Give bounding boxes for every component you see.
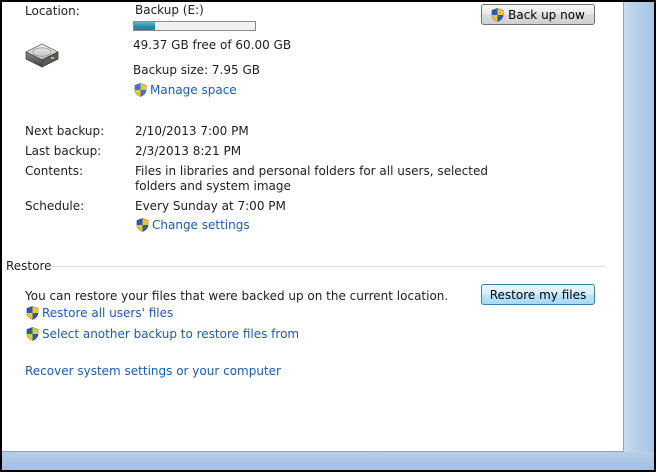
schedule-value: Every Sunday at 7:00 PM: [135, 199, 286, 213]
drive-name: Backup (E:): [135, 3, 204, 17]
location-label: Location:: [25, 4, 80, 18]
drive-usage-fill: [134, 22, 156, 30]
next-backup-label: Next backup:: [25, 124, 105, 138]
drive-usage-bar: [133, 21, 256, 31]
free-space-text: 49.37 GB free of 60.00 GB: [133, 38, 292, 52]
contents-value-line2: folders and system image: [135, 179, 291, 193]
recover-system-link[interactable]: Recover system settings or your computer: [25, 364, 281, 378]
restore-description: You can restore your files that were bac…: [25, 289, 449, 303]
window-frame-right: [624, 0, 654, 472]
restore-all-users-link[interactable]: Restore all users' files: [42, 306, 173, 320]
contents-value-line1: Files in libraries and personal folders …: [135, 164, 488, 178]
screenshot-border-left: [0, 0, 2, 472]
select-another-backup-link[interactable]: Select another backup to restore files f…: [42, 327, 299, 341]
hard-drive-icon: [25, 43, 59, 68]
content-border-bottom: [0, 451, 624, 452]
last-backup-value: 2/3/2013 8:21 PM: [135, 144, 242, 158]
restore-section-divider: [50, 266, 606, 267]
back-up-now-button[interactable]: Back up now: [481, 4, 595, 25]
restore-section-title: Restore: [6, 259, 52, 273]
restore-my-files-button[interactable]: Restore my files: [481, 284, 595, 305]
manage-space-link[interactable]: Manage space: [150, 83, 237, 97]
change-settings-link[interactable]: Change settings: [152, 218, 250, 232]
next-backup-value: 2/10/2013 7:00 PM: [135, 124, 249, 138]
backup-size-text: Backup size: 7.95 GB: [133, 63, 260, 77]
uac-shield-icon: [26, 327, 39, 341]
content-border-right: [623, 0, 624, 452]
uac-shield-icon: [134, 83, 147, 97]
back-up-now-label: Back up now: [508, 7, 585, 22]
screenshot-border-top: [0, 0, 656, 2]
schedule-label: Schedule:: [25, 199, 85, 213]
restore-my-files-label: Restore my files: [489, 287, 587, 302]
uac-shield-icon: [491, 7, 504, 22]
last-backup-label: Last backup:: [25, 144, 102, 158]
uac-shield-icon: [26, 306, 39, 320]
contents-label: Contents:: [25, 164, 84, 178]
window-frame-bottom: [0, 452, 654, 470]
uac-shield-icon: [136, 218, 149, 232]
